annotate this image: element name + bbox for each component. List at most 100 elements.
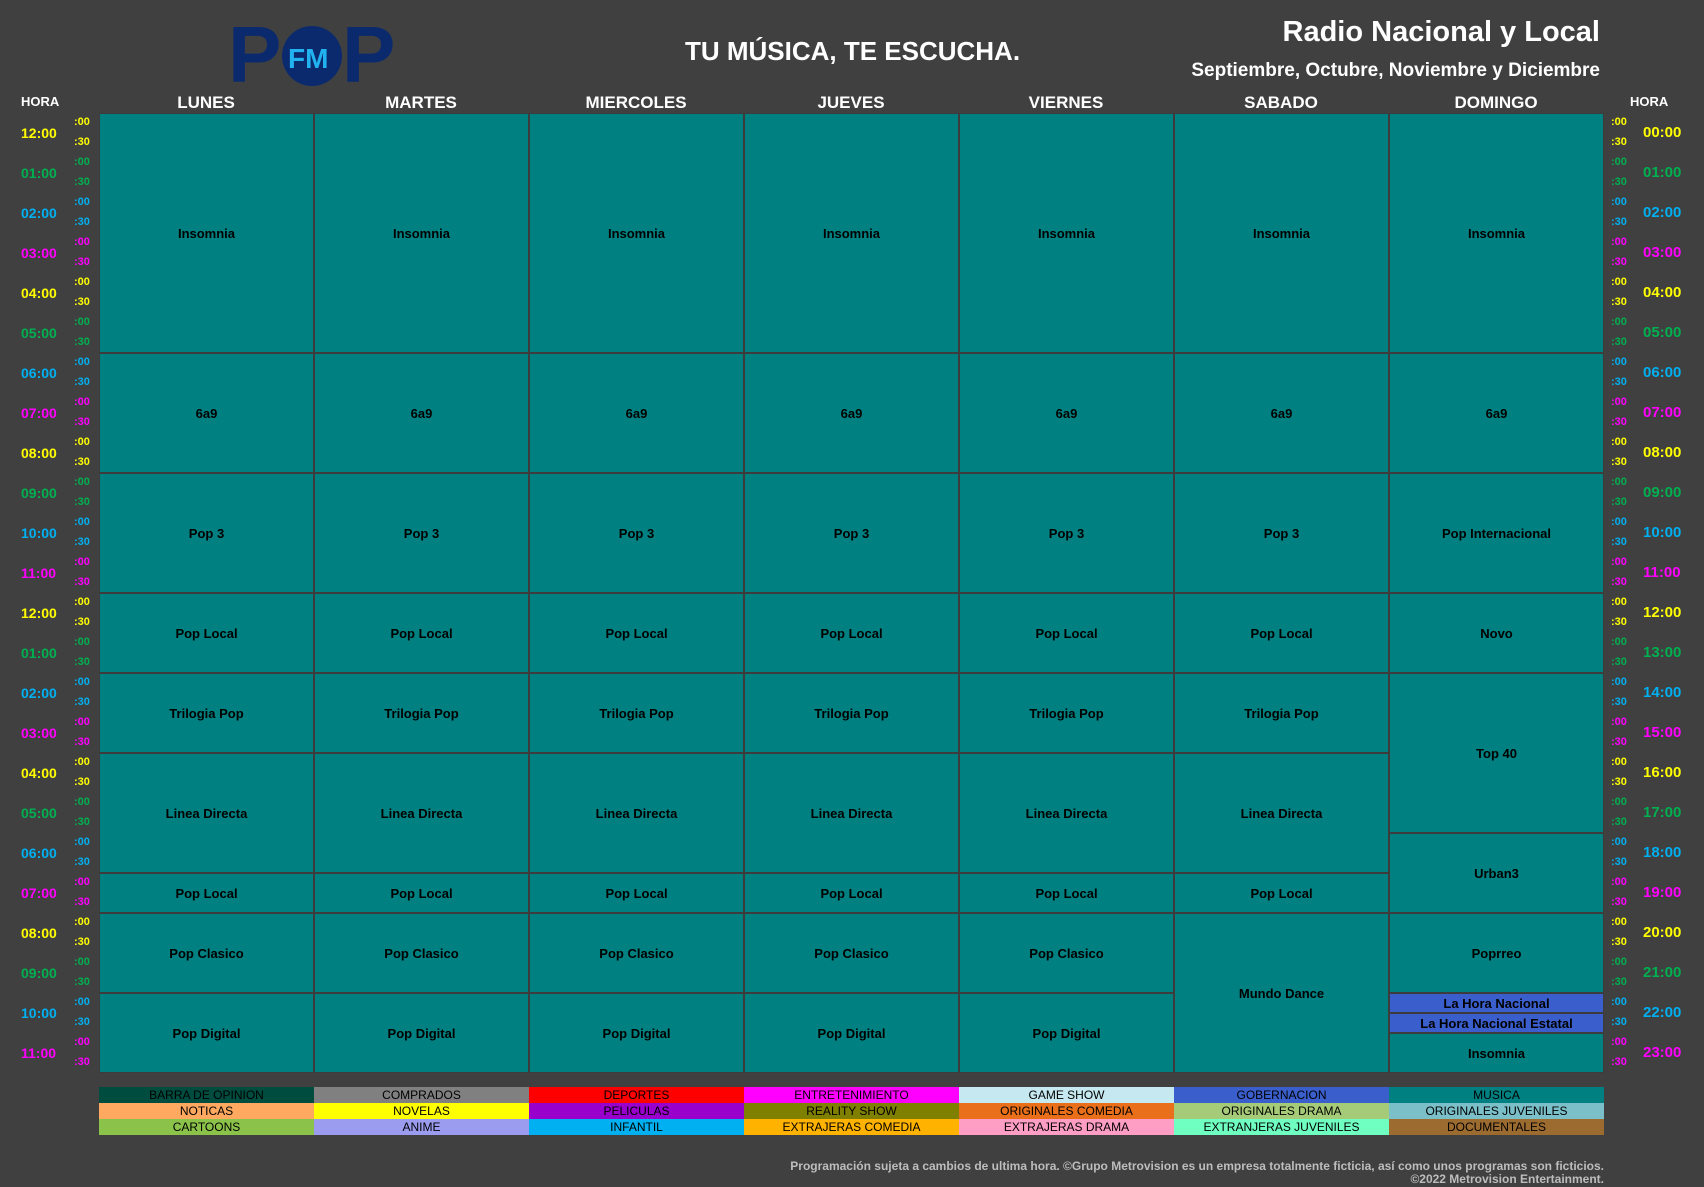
minute-label-left: :30 <box>74 616 90 628</box>
program-block[interactable]: Pop Local <box>314 873 529 913</box>
program-block[interactable]: La Hora Nacional <box>1389 993 1604 1013</box>
program-block[interactable]: Pop Clasico <box>744 913 959 993</box>
program-block[interactable]: Pop Local <box>99 593 314 673</box>
program-block[interactable]: Linea Directa <box>99 753 314 873</box>
program-block[interactable]: 6a9 <box>314 353 529 473</box>
program-block[interactable]: Insomnia <box>314 113 529 353</box>
program-block[interactable]: Top 40 <box>1389 673 1604 833</box>
program-block[interactable]: Insomnia <box>1389 1033 1604 1073</box>
program-block[interactable]: Novo <box>1389 593 1604 673</box>
minute-label-right: :30 <box>1611 936 1627 948</box>
program-block[interactable]: Poprreo <box>1389 913 1604 993</box>
minute-label-right: :00 <box>1611 196 1627 208</box>
minute-label-left: :30 <box>74 936 90 948</box>
minute-label-right: :00 <box>1611 636 1627 648</box>
program-title: Pop Local <box>605 885 668 901</box>
minute-label-left: :00 <box>74 236 90 248</box>
program-block[interactable]: Pop Digital <box>99 993 314 1073</box>
program-block[interactable]: Trilogia Pop <box>314 673 529 753</box>
minute-label-right: :00 <box>1611 276 1627 288</box>
program-title: Trilogia Pop <box>814 705 889 721</box>
program-block[interactable]: 6a9 <box>1174 353 1389 473</box>
program-block[interactable]: Pop Local <box>1174 593 1389 673</box>
program-block[interactable]: Insomnia <box>744 113 959 353</box>
program-block[interactable]: Insomnia <box>959 113 1174 353</box>
program-block[interactable]: Pop Local <box>99 873 314 913</box>
day-header-jueves: JUEVES <box>817 93 885 112</box>
legend-item: EXTRAJERAS DRAMA <box>959 1119 1174 1135</box>
program-block[interactable]: Linea Directa <box>314 753 529 873</box>
program-title: Insomnia <box>1467 225 1526 241</box>
hora-header-right: HORA <box>1630 94 1669 109</box>
program-block[interactable]: Trilogia Pop <box>99 673 314 753</box>
program-block[interactable]: Pop Clasico <box>529 913 744 993</box>
minute-label-right: :00 <box>1611 716 1627 728</box>
program-block[interactable]: Pop Local <box>529 873 744 913</box>
day-header-domingo: DOMINGO <box>1454 93 1538 112</box>
program-block[interactable]: Insomnia <box>529 113 744 353</box>
program-block[interactable]: Pop Local <box>529 593 744 673</box>
minute-label-right: :30 <box>1611 376 1627 388</box>
program-block[interactable]: Linea Directa <box>1174 753 1389 873</box>
program-block[interactable]: Insomnia <box>1389 113 1604 353</box>
legend-item: BARRA DE OPINION <box>99 1087 314 1103</box>
program-block[interactable]: Pop Local <box>744 873 959 913</box>
program-block[interactable]: Pop Digital <box>959 993 1174 1073</box>
program-block[interactable]: Pop Clasico <box>99 913 314 993</box>
hour-label-left: 05:00 <box>21 805 57 821</box>
minute-label-left: :00 <box>74 476 90 488</box>
program-block[interactable]: Insomnia <box>1174 113 1389 353</box>
program-block[interactable]: Pop Local <box>744 593 959 673</box>
program-title: Top 40 <box>1476 745 1517 761</box>
program-block[interactable]: Pop 3 <box>314 473 529 593</box>
program-title: Pop Clasico <box>169 945 244 961</box>
hour-label-right: 16:00 <box>1643 764 1682 781</box>
program-block[interactable]: Trilogia Pop <box>1174 673 1389 753</box>
program-title: 6a9 <box>840 405 863 421</box>
minute-label-left: :00 <box>74 796 90 808</box>
hour-label-left: 02:00 <box>21 205 57 221</box>
program-block[interactable]: Pop Digital <box>744 993 959 1073</box>
hour-label-left: 02:00 <box>21 685 57 701</box>
program-block[interactable]: Linea Directa <box>959 753 1174 873</box>
program-block[interactable]: Pop Local <box>959 593 1174 673</box>
program-block[interactable]: Pop Clasico <box>959 913 1174 993</box>
program-block[interactable]: Trilogia Pop <box>959 673 1174 753</box>
program-block[interactable]: Pop 3 <box>529 473 744 593</box>
minute-label-right: :00 <box>1611 956 1627 968</box>
program-block[interactable]: Pop Digital <box>529 993 744 1073</box>
program-block[interactable]: Trilogia Pop <box>529 673 744 753</box>
program-title: Pop Local <box>175 625 238 641</box>
program-block[interactable]: 6a9 <box>99 353 314 473</box>
day-header-miercoles: MIERCOLES <box>585 93 687 112</box>
minute-label-left: :00 <box>74 196 90 208</box>
program-block[interactable]: Linea Directa <box>529 753 744 873</box>
program-block[interactable]: Mundo Dance <box>1174 913 1389 1073</box>
program-block[interactable]: Pop Digital <box>314 993 529 1073</box>
program-block[interactable]: Pop Local <box>314 593 529 673</box>
program-block[interactable]: Pop Local <box>959 873 1174 913</box>
program-block[interactable]: 6a9 <box>959 353 1174 473</box>
program-block[interactable]: Pop 3 <box>744 473 959 593</box>
program-block[interactable]: Pop 3 <box>1174 473 1389 593</box>
program-block[interactable]: 6a9 <box>529 353 744 473</box>
minute-label-right: :30 <box>1611 976 1627 988</box>
program-block[interactable]: La Hora Nacional Estatal <box>1389 1013 1604 1033</box>
hour-label-left: 11:00 <box>21 1045 57 1061</box>
program-block[interactable]: Pop Clasico <box>314 913 529 993</box>
program-title: Pop Local <box>390 885 453 901</box>
hour-label-right: 18:00 <box>1643 844 1682 861</box>
legend-item: ORIGINALES COMEDIA <box>959 1103 1174 1119</box>
program-block[interactable]: Pop Internacional <box>1389 473 1604 593</box>
program-block[interactable]: Pop 3 <box>99 473 314 593</box>
program-block[interactable]: Pop Local <box>1174 873 1389 913</box>
minute-label-right: :00 <box>1611 396 1627 408</box>
program-block[interactable]: Pop 3 <box>959 473 1174 593</box>
program-block[interactable]: Insomnia <box>99 113 314 353</box>
program-block[interactable]: 6a9 <box>1389 353 1604 473</box>
program-block[interactable]: 6a9 <box>744 353 959 473</box>
program-block[interactable]: Linea Directa <box>744 753 959 873</box>
program-block[interactable]: Urban3 <box>1389 833 1604 913</box>
program-block[interactable]: Trilogia Pop <box>744 673 959 753</box>
minute-label-right: :30 <box>1611 296 1627 308</box>
